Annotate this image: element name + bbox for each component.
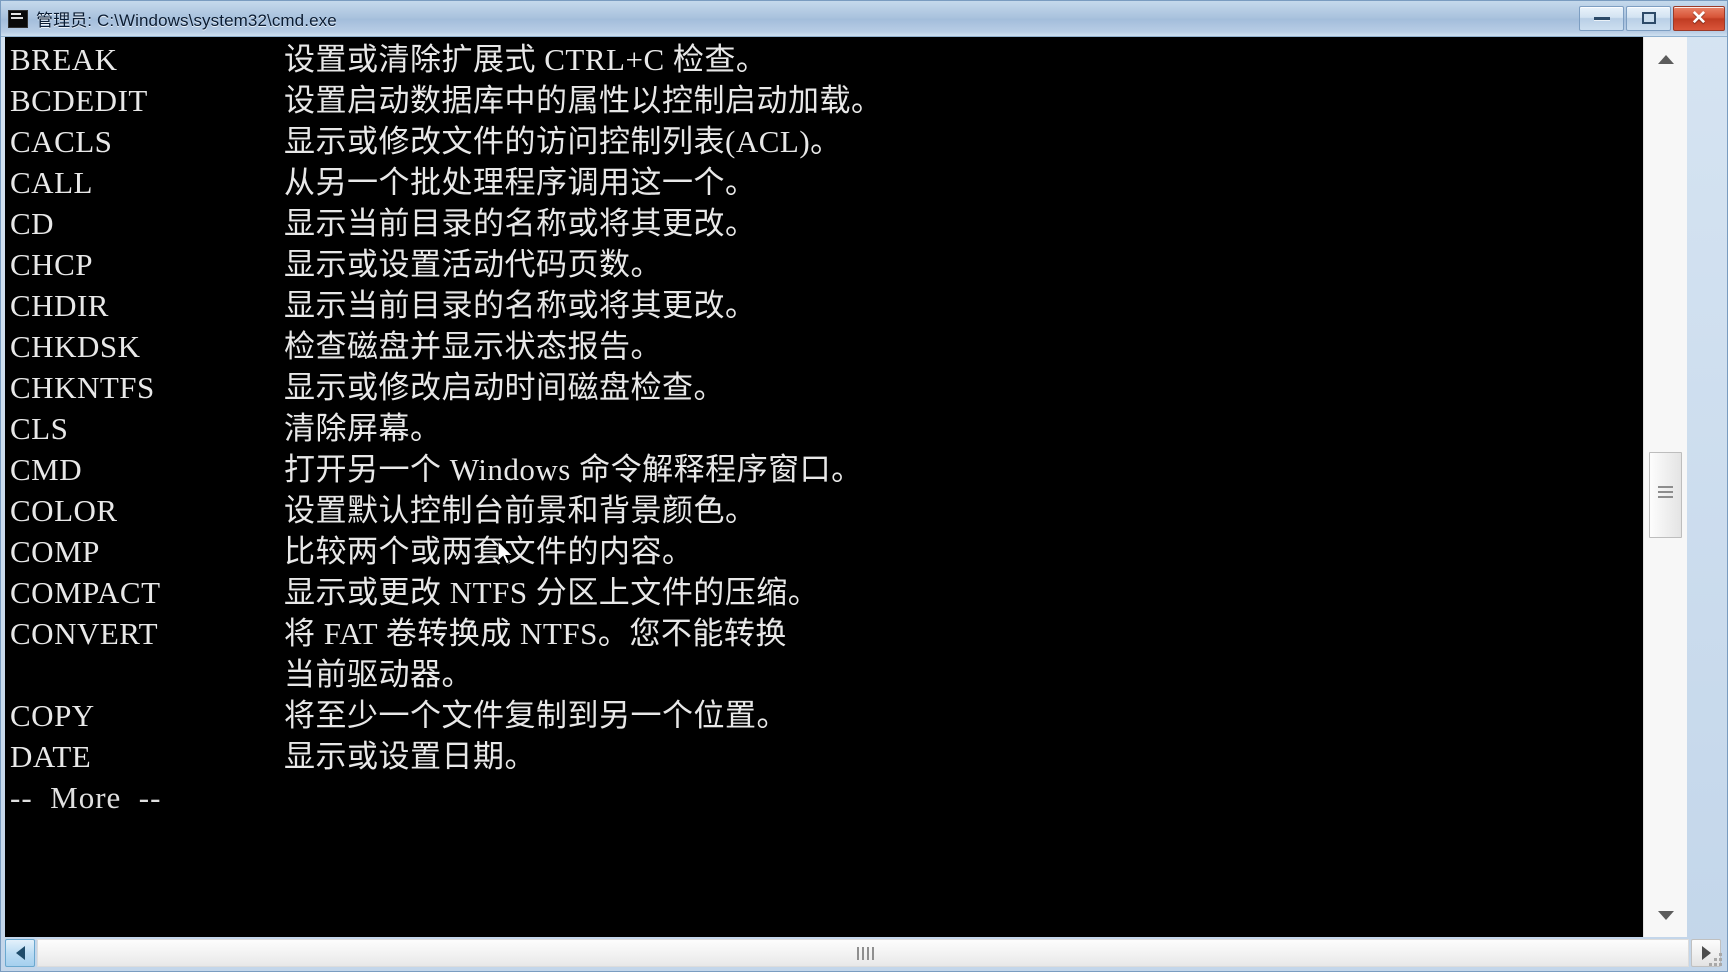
cmd-console-icon xyxy=(8,9,28,28)
console-line: CLS 清除屏幕。 xyxy=(10,408,1643,449)
title-bar[interactable]: 管理员: C:\Windows\system32\cmd.exe ✕ xyxy=(1,1,1727,37)
command-name: CLS xyxy=(10,411,69,446)
command-name: CD xyxy=(10,206,55,241)
close-button[interactable]: ✕ xyxy=(1673,5,1725,31)
vertical-scrollbar[interactable] xyxy=(1643,37,1687,937)
command-name: CHKNTFS xyxy=(10,370,155,405)
console-line: COLOR 设置默认控制台前景和背景颜色。 xyxy=(10,490,1643,531)
scrollbar-grip-icon xyxy=(1658,486,1673,488)
console-line: COPY 将至少一个文件复制到另一个位置。 xyxy=(10,695,1643,736)
command-name: CONVERT xyxy=(10,616,159,651)
command-name: DATE xyxy=(10,739,92,774)
command-name: COMP xyxy=(10,534,100,569)
close-icon: ✕ xyxy=(1691,7,1707,29)
scrollbar-grip-icon xyxy=(862,946,864,960)
console-line: CHKNTFS 显示或修改启动时间磁盘检查。 xyxy=(10,367,1643,408)
command-name: CALL xyxy=(10,165,93,200)
console-line: CONVERT 将 FAT 卷转换成 NTFS。您不能转换 xyxy=(10,613,1643,654)
command-description: 显示或修改启动时间磁盘检查。 xyxy=(284,370,725,405)
console-line: COMPACT 显示或更改 NTFS 分区上文件的压缩。 xyxy=(10,572,1643,613)
command-description: 打开另一个 Windows 命令解释程序窗口。 xyxy=(284,452,863,487)
window-controls: ✕ xyxy=(1579,4,1725,32)
command-description: 当前驱动器。 xyxy=(284,657,473,692)
chevron-left-icon xyxy=(15,946,25,960)
command-description: 显示当前目录的名称或将其更改。 xyxy=(284,206,757,241)
minimize-button[interactable] xyxy=(1579,5,1624,31)
command-name: COLOR xyxy=(10,493,118,528)
command-description: 比较两个或两套文件的内容。 xyxy=(284,534,694,569)
chevron-up-icon xyxy=(1657,54,1674,64)
command-description: 显示或设置活动代码页数。 xyxy=(284,247,662,282)
console-text: BREAK 设置或清除扩展式 CTRL+C 检查。 BCDEDIT 设置启动数据库中的… xyxy=(10,39,1643,818)
command-name: CHKDSK xyxy=(10,329,141,364)
scroll-up-button[interactable] xyxy=(1644,37,1687,81)
console-area: BREAK 设置或清除扩展式 CTRL+C 检查。 BCDEDIT 设置启动数据库中的… xyxy=(5,37,1687,937)
console-line: CMD 打开另一个 Windows 命令解释程序窗口。 xyxy=(10,449,1643,490)
command-name: CHDIR xyxy=(10,288,109,323)
command-description: 清除屏幕。 xyxy=(284,411,442,446)
console-line: COMP 比较两个或两套文件的内容。 xyxy=(10,531,1643,572)
command-description: 设置默认控制台前景和背景颜色。 xyxy=(284,493,757,528)
console-line: 当前驱动器。 xyxy=(10,654,1643,695)
console-line: BREAK 设置或清除扩展式 CTRL+C 检查。 xyxy=(10,39,1643,80)
more-prompt: -- More -- xyxy=(10,780,162,815)
command-name: CACLS xyxy=(10,124,113,159)
console-line: DATE 显示或设置日期。 xyxy=(10,736,1643,777)
command-description: 从另一个批处理程序调用这一个。 xyxy=(284,165,757,200)
command-description: 显示或设置日期。 xyxy=(284,739,536,774)
command-description: 显示当前目录的名称或将其更改。 xyxy=(284,288,757,323)
horizontal-scrollbar-track[interactable] xyxy=(37,939,1689,967)
horizontal-scrollbar-thumb[interactable] xyxy=(38,940,1688,966)
console-line: CD 显示当前目录的名称或将其更改。 xyxy=(10,203,1643,244)
command-description: 检查磁盘并显示状态报告。 xyxy=(284,329,662,364)
command-name: COMPACT xyxy=(10,575,161,610)
minimize-icon xyxy=(1593,16,1610,20)
console-line: CACLS 显示或修改文件的访问控制列表(ACL)。 xyxy=(10,121,1643,162)
console-line: CHKDSK 检查磁盘并显示状态报告。 xyxy=(10,326,1643,367)
maximize-icon xyxy=(1641,12,1656,24)
vertical-scrollbar-thumb[interactable] xyxy=(1649,452,1682,538)
command-description: 设置或清除扩展式 CTRL+C 检查。 xyxy=(284,42,768,77)
command-name: CHCP xyxy=(10,247,93,282)
command-description: 显示或修改文件的访问控制列表(ACL)。 xyxy=(284,124,842,159)
scroll-down-button[interactable] xyxy=(1644,893,1687,937)
resize-grip[interactable] xyxy=(1707,951,1725,969)
command-name: COPY xyxy=(10,698,95,733)
console-line: BCDEDIT 设置启动数据库中的属性以控制启动加载。 xyxy=(10,80,1643,121)
command-description: 将至少一个文件复制到另一个位置。 xyxy=(284,698,788,733)
maximize-button[interactable] xyxy=(1626,5,1671,31)
scroll-left-button[interactable] xyxy=(5,939,35,967)
command-description: 设置启动数据库中的属性以控制启动加载。 xyxy=(284,83,883,118)
chevron-down-icon xyxy=(1657,910,1674,920)
command-description: 将 FAT 卷转换成 NTFS。您不能转换 xyxy=(284,616,787,651)
command-name: BCDEDIT xyxy=(10,83,148,118)
command-name: BREAK xyxy=(10,42,118,77)
title-bar-left: 管理员: C:\Windows\system32\cmd.exe xyxy=(1,1,337,36)
console-line: CHDIR 显示当前目录的名称或将其更改。 xyxy=(10,285,1643,326)
console-line: CALL 从另一个批处理程序调用这一个。 xyxy=(10,162,1643,203)
window-title: 管理员: C:\Windows\system32\cmd.exe xyxy=(36,11,337,30)
console-output[interactable]: BREAK 设置或清除扩展式 CTRL+C 检查。 BCDEDIT 设置启动数据库中的… xyxy=(5,37,1643,937)
cmd-window: 管理员: C:\Windows\system32\cmd.exe ✕ BREAK… xyxy=(0,0,1728,972)
command-description: 显示或更改 NTFS 分区上文件的压缩。 xyxy=(284,575,820,610)
console-line: CHCP 显示或设置活动代码页数。 xyxy=(10,244,1643,285)
command-name: CMD xyxy=(10,452,83,487)
horizontal-scrollbar[interactable] xyxy=(5,938,1721,968)
